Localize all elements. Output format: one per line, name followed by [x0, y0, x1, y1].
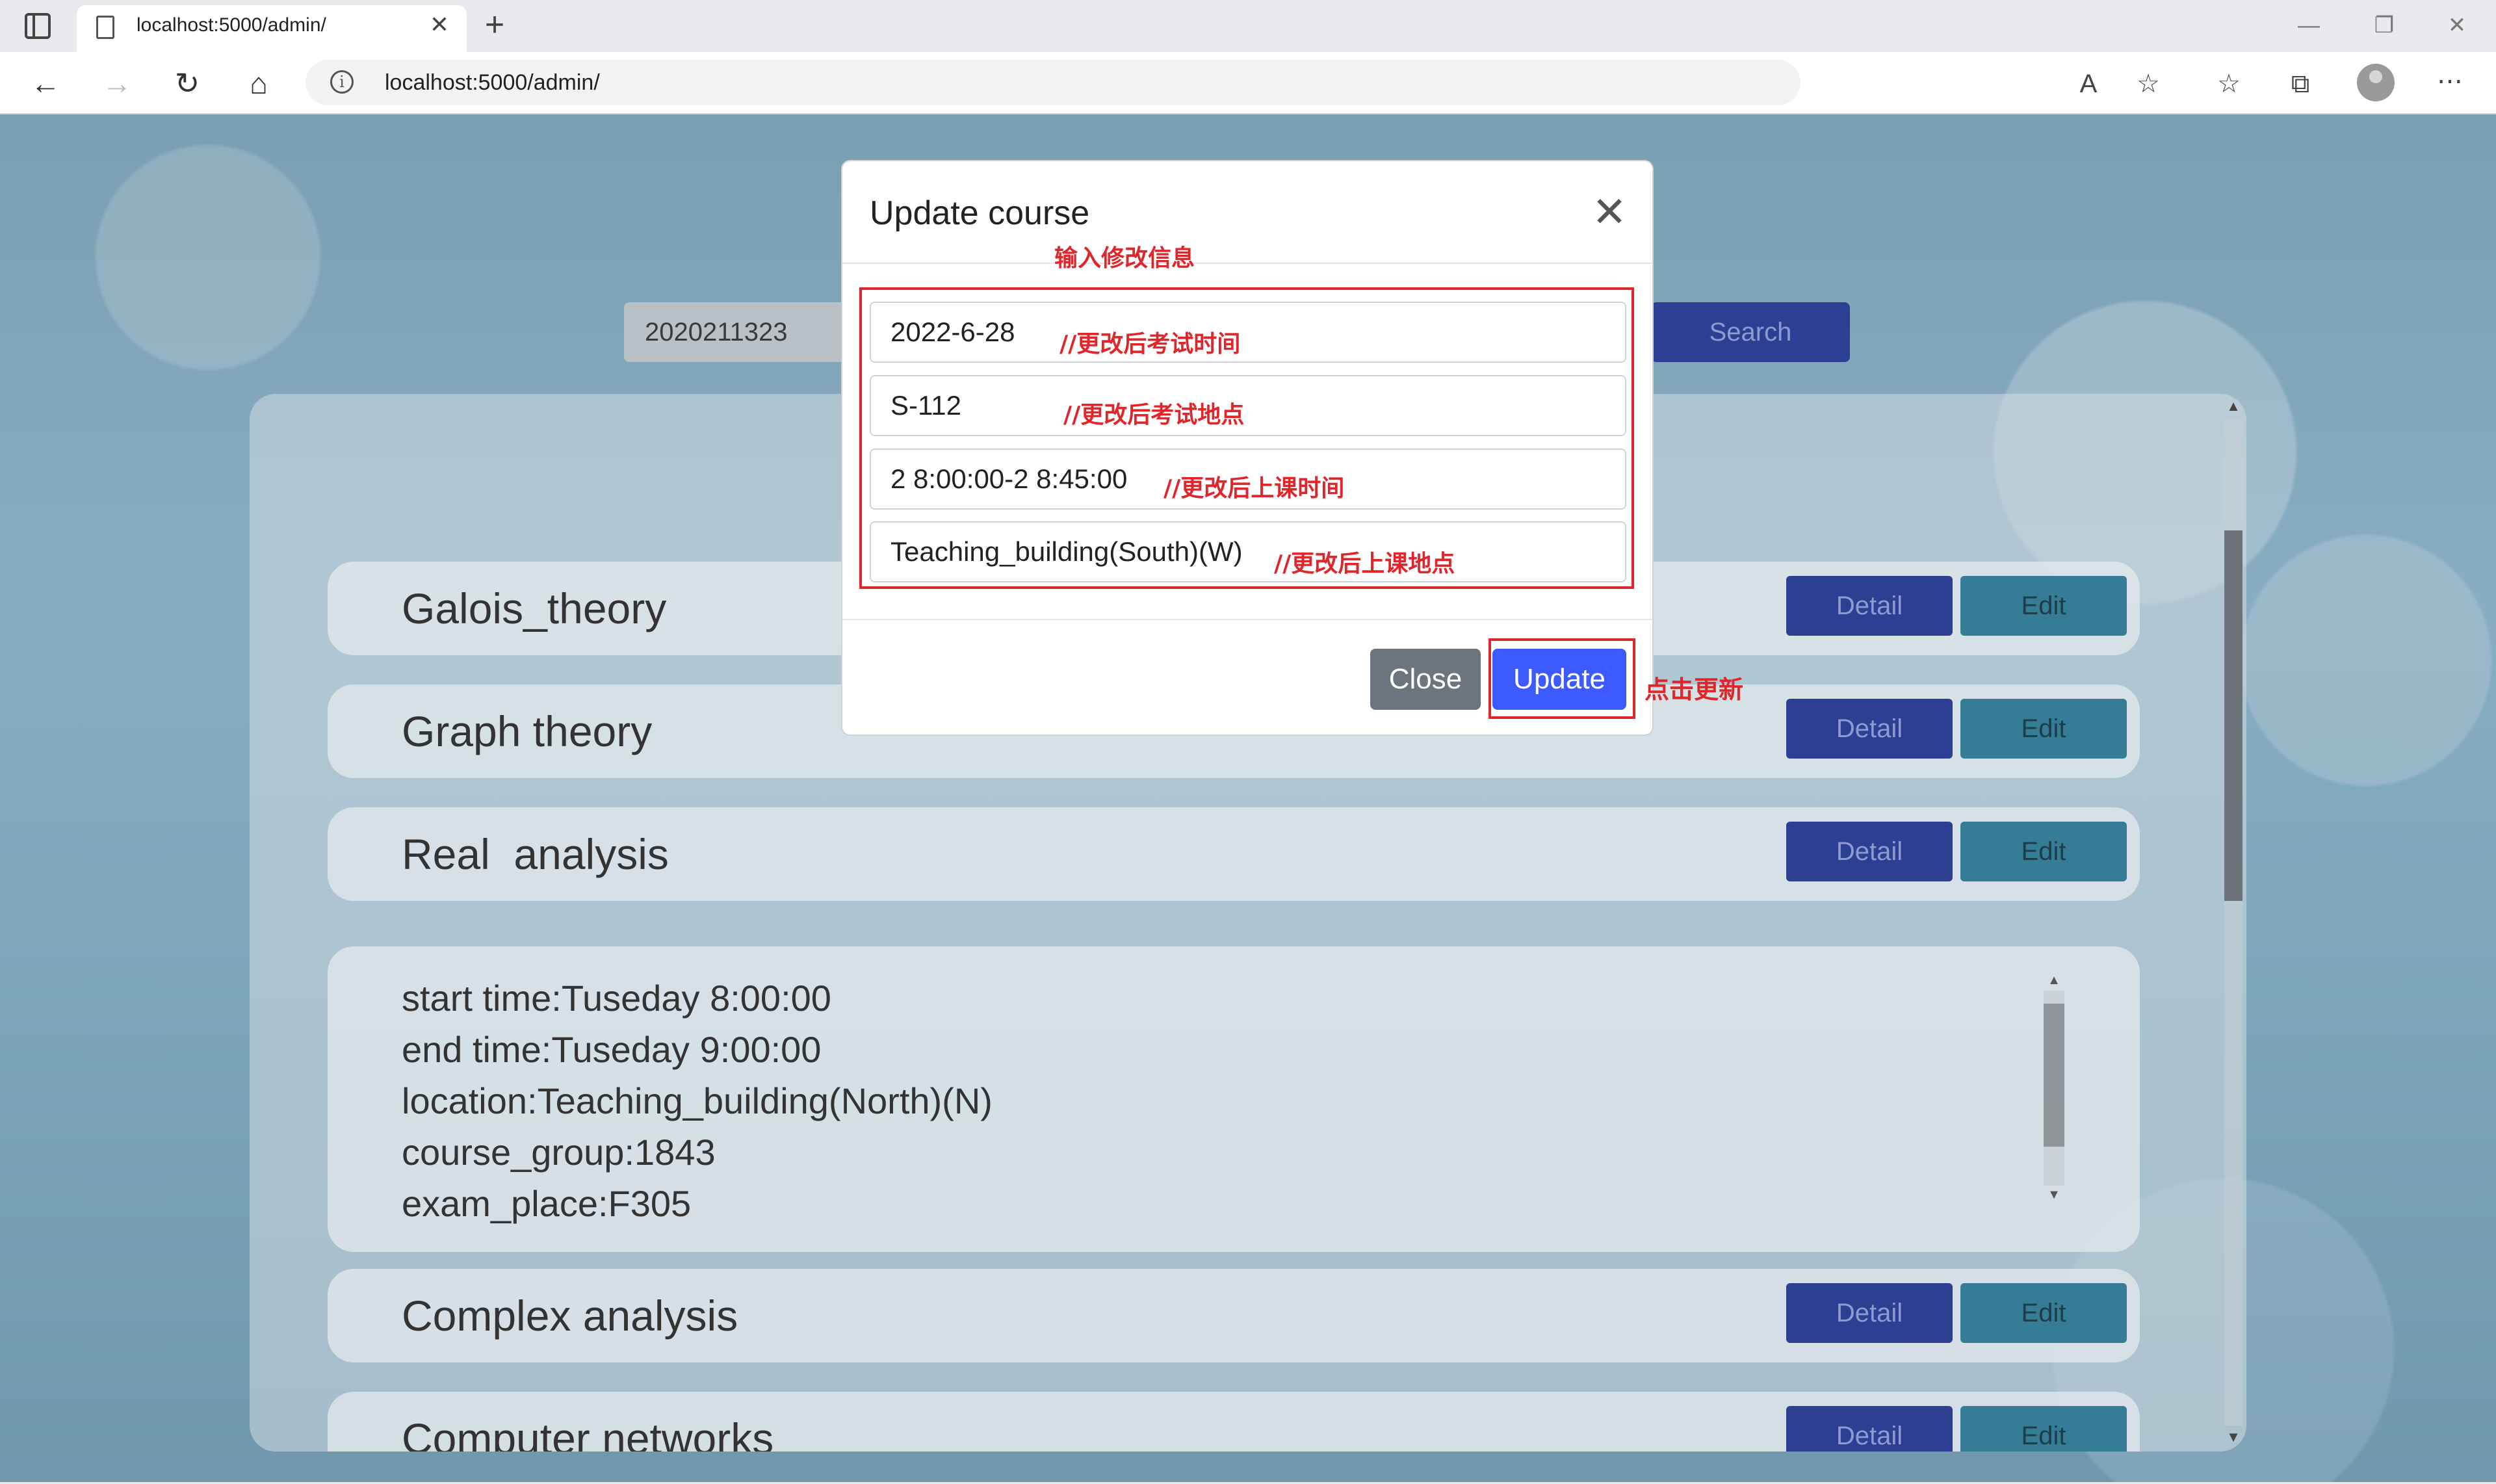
- close-icon[interactable]: ✕: [1590, 191, 1629, 233]
- panel-scrollbar[interactable]: ▲ ▼: [2220, 394, 2246, 1451]
- course-name: Graph theory: [402, 707, 653, 755]
- exam-time-annotation: //更改后考试时间: [1060, 331, 1241, 358]
- detail-button[interactable]: Detail: [1786, 699, 1953, 759]
- course-name: Real analysis: [402, 830, 669, 878]
- address-bar[interactable]: i localhost:5000/admin/: [306, 60, 1800, 105]
- page-icon: [96, 16, 114, 39]
- class-location-input[interactable]: Teaching_building(South)(W) //更改后上课地点: [870, 521, 1626, 582]
- browser-toolbar: ← → ↻ ⌂ i localhost:5000/admin/ A ☆ ☆ ⧉ …: [0, 52, 2496, 114]
- class-location-annotation: //更改后上课地点: [1274, 551, 1455, 577]
- course-detail-text: start time:Tuseday 8:00:00 end time:Tuse…: [402, 972, 2027, 1226]
- scroll-down-icon[interactable]: ▼: [2220, 1427, 2246, 1447]
- search-input[interactable]: 2020211323: [624, 302, 845, 362]
- course-item: Computer networks Detail Edit: [328, 1392, 2140, 1451]
- edit-button[interactable]: Edit: [1960, 576, 2127, 636]
- exam-place-value[interactable]: S-112: [890, 376, 961, 435]
- exam-place-annotation: //更改后考试地点: [1063, 402, 1245, 428]
- profile-icon[interactable]: [2357, 64, 2395, 101]
- home-icon[interactable]: ⌂: [239, 64, 278, 103]
- scroll-thumb[interactable]: [2044, 1004, 2064, 1147]
- refresh-icon[interactable]: ↻: [168, 64, 207, 103]
- search-button[interactable]: Search: [1651, 302, 1850, 362]
- tab-title: localhost:5000/admin/: [136, 14, 326, 36]
- edit-button[interactable]: Edit: [1960, 1406, 2127, 1451]
- detail-button[interactable]: Detail: [1786, 1406, 1953, 1451]
- detail-button[interactable]: Detail: [1786, 822, 1953, 881]
- detail-line: start time:Tuseday 8:00:00: [402, 978, 831, 1019]
- collections-icon[interactable]: ⧉: [2284, 68, 2317, 100]
- class-time-value[interactable]: 2 8:00:00-2 8:45:00: [890, 450, 1127, 508]
- update-button[interactable]: Update: [1492, 649, 1626, 710]
- detail-scrollbar[interactable]: ▲ ▼: [2041, 971, 2067, 1212]
- update-annotation: 点击更新: [1644, 675, 1744, 704]
- course-name: Complex analysis: [402, 1292, 738, 1340]
- browser-titlebar: localhost:5000/admin/ ✕ + — ❐ ✕: [0, 0, 2496, 52]
- detail-button[interactable]: Detail: [1786, 1283, 1953, 1343]
- tab-close-icon[interactable]: ✕: [426, 12, 452, 38]
- detail-button[interactable]: Detail: [1786, 576, 1953, 636]
- detail-line: exam_place:F305: [402, 1183, 692, 1224]
- address-text[interactable]: localhost:5000/admin/: [385, 70, 600, 96]
- modal-footer: Close Update: [842, 619, 1652, 736]
- close-window-button[interactable]: ✕: [2439, 9, 2475, 42]
- scroll-up-icon[interactable]: ▲: [2041, 971, 2067, 989]
- close-button[interactable]: Close: [1370, 649, 1481, 710]
- exam-time-input[interactable]: 2022-6-28 //更改后考试时间: [870, 302, 1626, 363]
- browser-tab[interactable]: localhost:5000/admin/ ✕: [77, 5, 467, 52]
- scroll-down-icon[interactable]: ▼: [2041, 1186, 2067, 1204]
- minimize-button[interactable]: —: [2291, 9, 2327, 42]
- course-detail-box: start time:Tuseday 8:00:00 end time:Tuse…: [328, 946, 2140, 1252]
- class-time-annotation: //更改后上课时间: [1164, 475, 1345, 502]
- favorites-icon[interactable]: ☆: [2213, 68, 2245, 100]
- exam-time-value[interactable]: 2022-6-28: [890, 303, 1015, 361]
- edit-button[interactable]: Edit: [1960, 699, 2127, 759]
- course-name: Computer networks: [402, 1414, 774, 1451]
- modal-header: Update course ✕: [842, 161, 1652, 264]
- more-icon[interactable]: ⋯: [2434, 65, 2466, 98]
- scroll-thumb[interactable]: [2224, 530, 2242, 901]
- scroll-up-icon[interactable]: ▲: [2220, 397, 2246, 416]
- back-icon[interactable]: ←: [26, 64, 65, 103]
- modal-title: Update course: [870, 194, 1090, 232]
- course-item: Real analysis Detail Edit: [328, 807, 2140, 901]
- read-aloud-icon[interactable]: A: [2072, 68, 2105, 100]
- tab-actions-icon[interactable]: [25, 13, 51, 39]
- forward-icon[interactable]: →: [98, 64, 136, 103]
- edit-button[interactable]: Edit: [1960, 1283, 2127, 1343]
- detail-line: location:Teaching_building(North)(N): [402, 1080, 993, 1121]
- exam-place-input[interactable]: S-112 //更改后考试地点: [870, 375, 1626, 436]
- course-item: Complex analysis Detail Edit: [328, 1269, 2140, 1362]
- restore-button[interactable]: ❐: [2366, 9, 2402, 42]
- favorite-add-icon[interactable]: ☆: [2132, 68, 2164, 100]
- edit-button[interactable]: Edit: [1960, 822, 2127, 881]
- class-time-input[interactable]: 2 8:00:00-2 8:45:00 //更改后上课时间: [870, 449, 1626, 510]
- update-course-modal: Update course ✕ 输入修改信息 2022-6-28 //更改后考试…: [842, 161, 1652, 735]
- new-tab-button[interactable]: +: [478, 8, 511, 43]
- class-location-value[interactable]: Teaching_building(South)(W): [890, 523, 1243, 581]
- course-name: Galois_theory: [402, 584, 667, 632]
- detail-line: end time:Tuseday 9:00:00: [402, 1029, 822, 1070]
- detail-line: course_group:1843: [402, 1132, 716, 1173]
- header-annotation: 输入修改信息: [1054, 245, 1195, 272]
- site-info-icon[interactable]: i: [330, 70, 354, 94]
